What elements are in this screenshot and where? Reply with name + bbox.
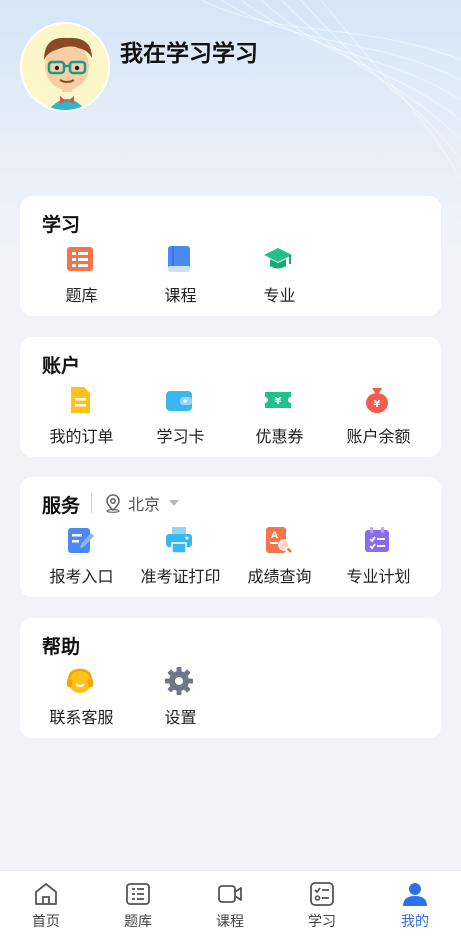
tab-home[interactable]: 首页 [0,871,92,937]
account-item-label: 账户余额 [346,427,411,446]
bottom-tab-bar: 首页 题库 课程 学习 我的 [0,870,461,937]
video-course-icon [217,881,243,907]
tab-label: 首页 [32,914,60,930]
tab-question-bank[interactable]: 题库 [92,871,184,937]
tab-mine[interactable]: 我的 [369,871,461,937]
help-item-settings[interactable]: 设置 [131,664,230,734]
coupon-icon: ¥ [263,385,293,415]
graduation-cap-icon [263,244,293,274]
svg-text:A: A [271,531,278,541]
study-item-course[interactable]: 课程 [131,242,230,312]
service-item-admit-card-print[interactable]: 准考证打印 [131,523,230,593]
printer-icon [164,525,194,555]
score-query-icon: A [263,525,293,555]
service-item-label: 成绩查询 [247,567,312,586]
service-item-label: 专业计划 [346,567,411,586]
location-selector[interactable]: 北京 [104,491,180,515]
account-item-label: 学习卡 [156,427,205,446]
section-title: 学习 [42,214,81,236]
study-item-label: 课程 [164,286,197,305]
money-bag-icon: ¥ [362,385,392,415]
study-section: 学习 题库 课程 专业 [20,196,441,316]
question-bank-tab-icon [125,881,151,907]
help-section: 帮助 联系客服 设置 [20,618,441,738]
account-item-orders[interactable]: 我的订单 [32,383,131,453]
location-pin-icon [106,494,120,513]
home-icon [33,881,59,907]
username[interactable]: 我在学习学习 [120,34,258,68]
study-item-label: 专业 [263,286,296,305]
help-item-customer-service[interactable]: 联系客服 [32,664,131,734]
tab-label: 题库 [124,914,152,930]
study-item-question-bank[interactable]: 题库 [32,242,131,312]
tab-study[interactable]: 学习 [276,871,368,937]
service-item-major-plan[interactable]: 专业计划 [329,523,428,593]
account-item-label: 我的订单 [49,427,114,446]
study-item-label: 题库 [65,286,98,305]
service-item-label: 准考证打印 [140,567,221,586]
title-divider [91,493,92,513]
course-book-icon [164,244,194,274]
service-item-registration[interactable]: 报考入口 [32,523,131,593]
service-item-label: 报考入口 [49,567,114,586]
study-card-wallet-icon [164,385,194,415]
section-title: 账户 [42,355,81,377]
service-section: 服务 北京 报考入口 准考证打印 A 成绩查询 专业计划 [20,477,441,597]
account-item-balance[interactable]: ¥ 账户余额 [329,383,428,453]
help-item-label: 联系客服 [49,708,114,727]
location-label: 北京 [128,495,161,514]
svg-text:¥: ¥ [275,396,282,407]
tab-label: 课程 [216,914,244,930]
study-item-major[interactable]: 专业 [230,242,329,312]
profile-icon [402,881,428,907]
svg-text:¥: ¥ [374,399,381,410]
caret-down-icon [169,500,180,506]
avatar[interactable] [20,22,110,112]
registration-icon [65,525,95,555]
account-item-label: 优惠券 [255,427,304,446]
account-item-coupon[interactable]: ¥ 优惠券 [230,383,329,453]
checklist-icon [309,881,335,907]
customer-service-icon [65,666,95,696]
account-section: 账户 我的订单 学习卡 ¥ 优惠券 ¥ 账户余额 [20,337,441,457]
question-bank-icon [65,244,95,274]
service-item-score-query[interactable]: A 成绩查询 [230,523,329,593]
tab-course[interactable]: 课程 [184,871,276,937]
account-item-study-card[interactable]: 学习卡 [131,383,230,453]
section-title: 帮助 [42,636,81,658]
tab-label: 我的 [401,914,429,930]
settings-gear-icon [164,666,194,696]
plan-calendar-icon [362,525,392,555]
tab-label: 学习 [308,914,336,930]
section-title: 服务 [42,495,81,517]
cartoon-avatar-icon [22,24,108,110]
decorative-waves [200,0,461,181]
help-item-label: 设置 [164,708,197,727]
order-document-icon [65,385,95,415]
